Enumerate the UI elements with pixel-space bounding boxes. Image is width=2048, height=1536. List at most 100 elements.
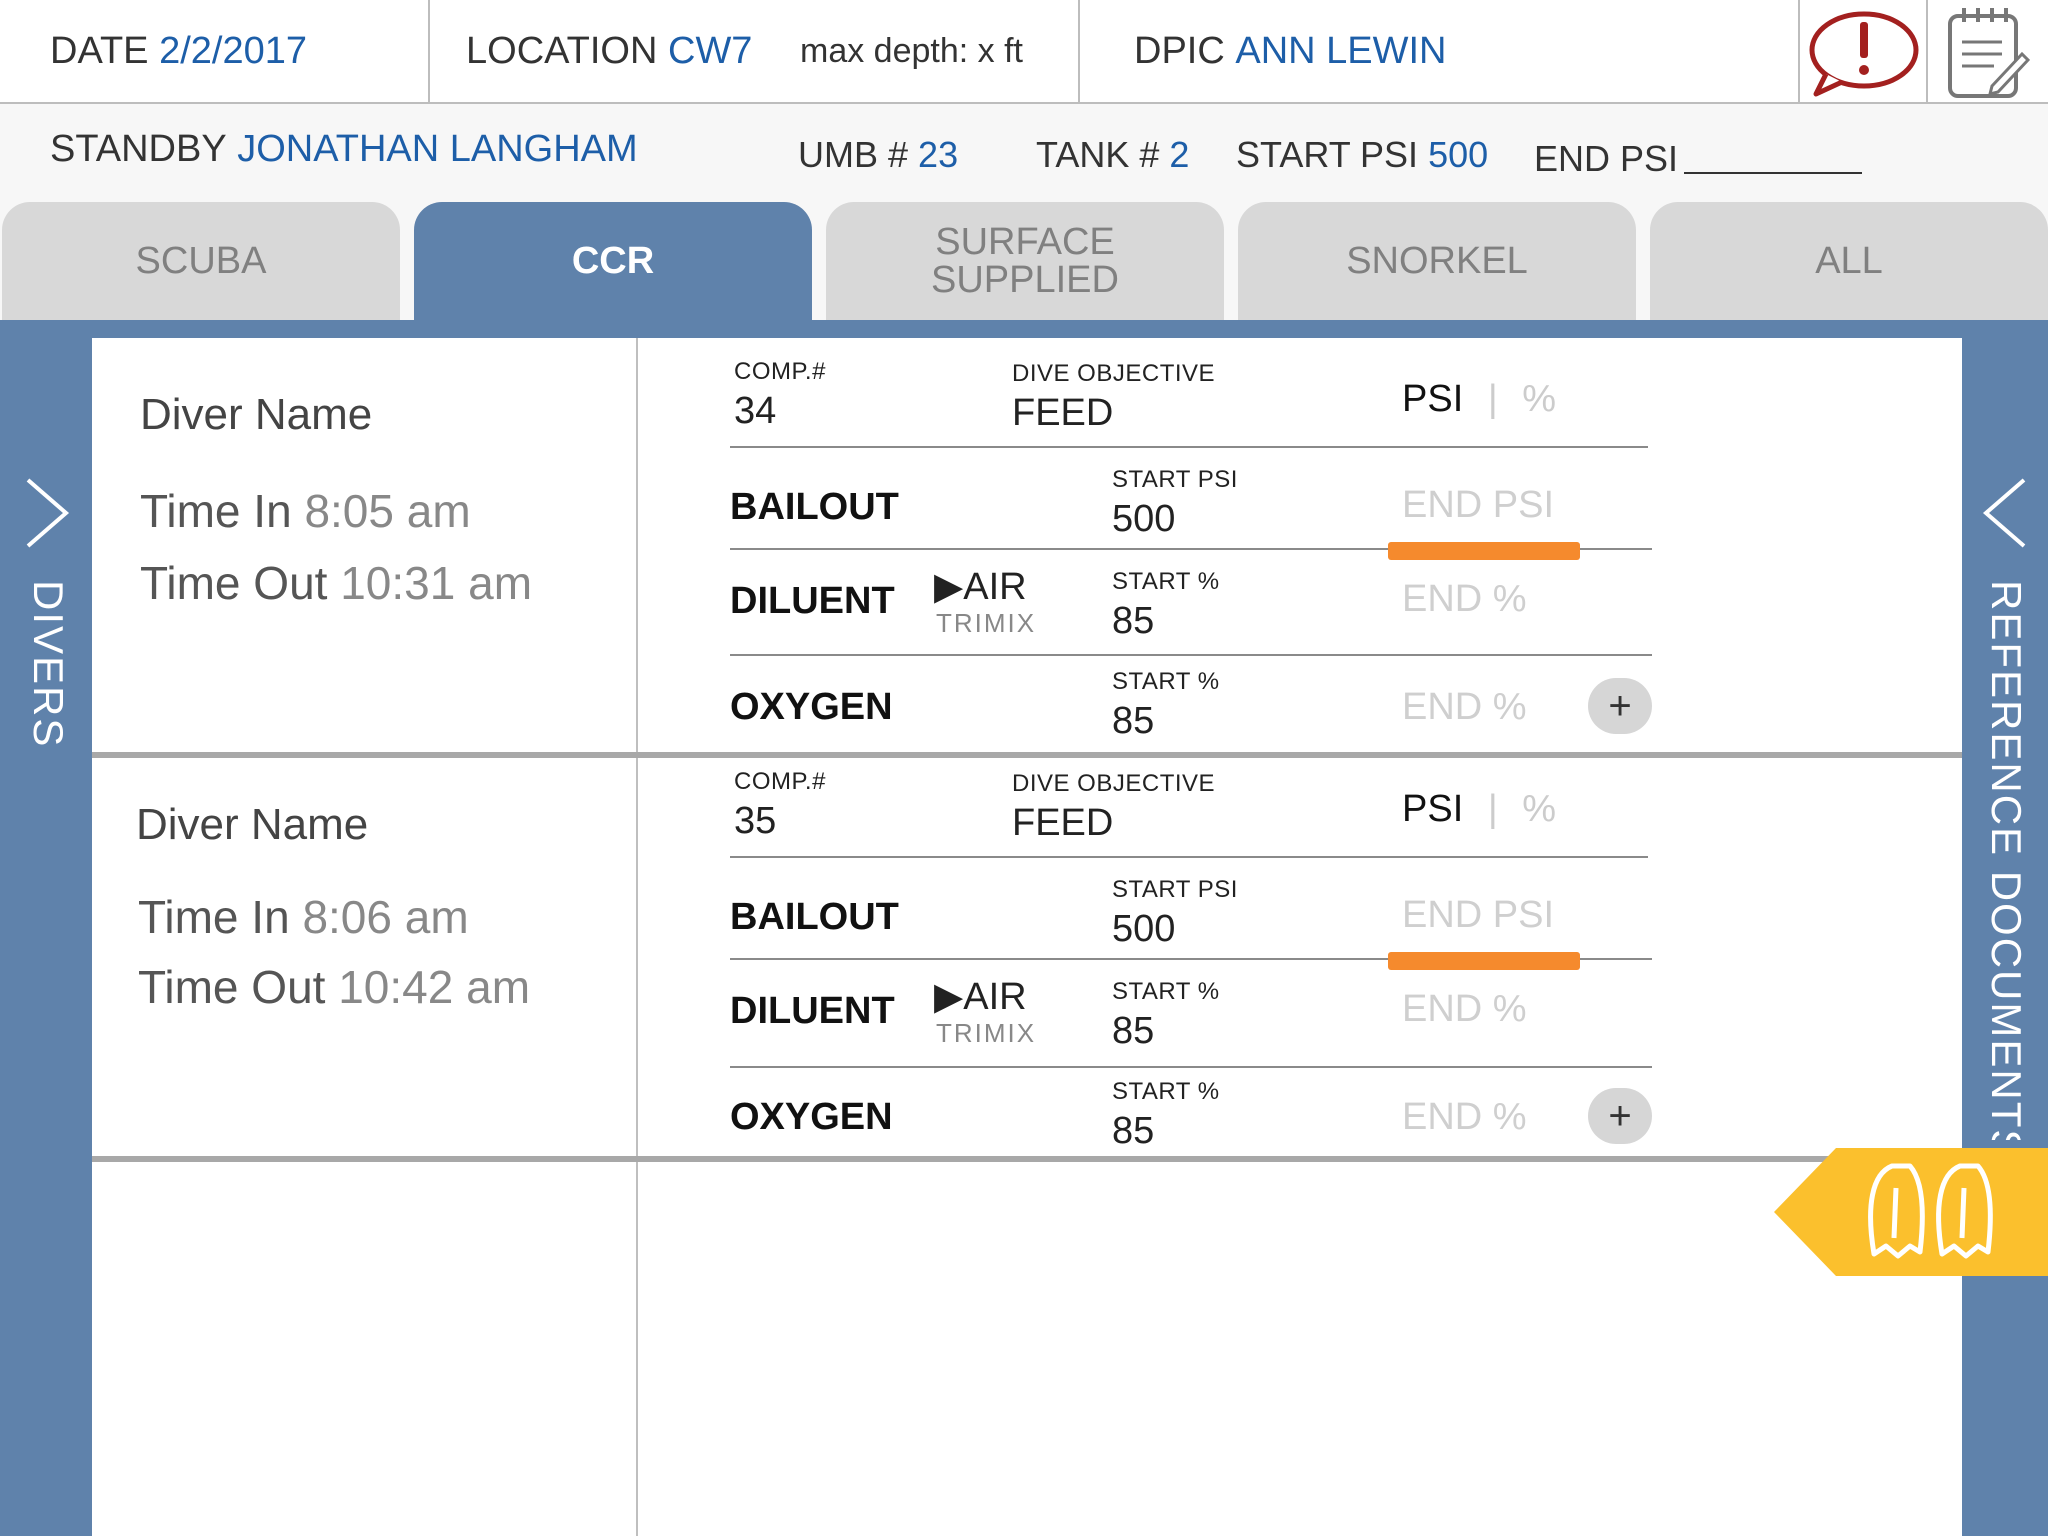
unit-percent[interactable]: % — [1522, 378, 1556, 420]
oxygen-start-label: START % — [1112, 668, 1220, 695]
row-divider — [92, 1156, 1962, 1162]
diluent-gas-trimix[interactable]: TRIMIX — [936, 1018, 1036, 1049]
end-psi-label: END PSI — [1534, 138, 1679, 179]
diluent-end-input[interactable]: END % — [1402, 578, 1527, 621]
tank-value: 2 — [1169, 134, 1190, 175]
comp-value[interactable]: 35 — [734, 800, 776, 843]
diver-name[interactable]: Diver Name — [140, 390, 372, 440]
objective-value[interactable]: FEED — [1012, 392, 1113, 435]
oxygen-start-value[interactable]: 85 — [1112, 1110, 1154, 1153]
divider — [1078, 0, 1080, 102]
oxygen-start-label: START % — [1112, 1078, 1220, 1105]
bailout-start-value[interactable]: 500 — [1112, 498, 1175, 541]
objective-value[interactable]: FEED — [1012, 802, 1113, 845]
diluent-end-input[interactable]: END % — [1402, 988, 1527, 1031]
unit-psi[interactable]: PSI — [1402, 788, 1463, 830]
dpic-field[interactable]: DPIC ANN LEWIN — [1134, 0, 1447, 102]
tab-all[interactable]: ALL — [1650, 202, 2048, 320]
comp-value[interactable]: 34 — [734, 390, 776, 433]
fins-tab[interactable] — [1774, 1148, 2048, 1276]
add-button[interactable]: + — [1588, 678, 1652, 734]
time-out-label: Time Out — [140, 557, 328, 609]
time-in[interactable]: Time In 8:06 am — [138, 890, 469, 944]
chevron-left-icon — [1982, 478, 2026, 548]
tab-surface-label-2: SUPPLIED — [931, 259, 1119, 301]
unit-toggle[interactable]: PSI | % — [1402, 378, 1556, 421]
start-psi-field[interactable]: START PSI 500 — [1236, 134, 1488, 176]
date-field[interactable]: DATE 2/2/2017 — [50, 0, 307, 102]
divider — [730, 654, 1652, 656]
start-psi-label: START PSI — [1236, 134, 1419, 175]
oxygen-end-input[interactable]: END % — [1402, 686, 1527, 729]
bailout-label: BAILOUT — [730, 896, 899, 938]
time-in-value: 8:06 am — [302, 891, 469, 943]
alert-button[interactable] — [1806, 8, 1922, 100]
tab-surface-supplied[interactable]: SURFACE SUPPLIED — [826, 202, 1224, 320]
diluent-start-value[interactable]: 85 — [1112, 600, 1154, 643]
diluent-gas-air[interactable]: ▶AIR — [934, 974, 1027, 1019]
unit-separator: | — [1487, 378, 1498, 420]
tab-scuba[interactable]: SCUBA — [2, 202, 400, 320]
tank-field[interactable]: TANK # 2 — [1036, 134, 1189, 176]
row-divider — [92, 752, 1962, 758]
time-in-value: 8:05 am — [304, 485, 471, 537]
unit-percent[interactable]: % — [1522, 788, 1556, 830]
time-in-label: Time In — [140, 485, 292, 537]
time-out[interactable]: Time Out 10:31 am — [140, 556, 532, 610]
divider — [1798, 0, 1800, 102]
oxygen-start-value[interactable]: 85 — [1112, 700, 1154, 743]
unit-toggle[interactable]: PSI | % — [1402, 788, 1556, 831]
divider — [730, 1066, 1652, 1068]
top-bar — [0, 0, 2048, 104]
diluent-start-value[interactable]: 85 — [1112, 1010, 1154, 1053]
chevron-right-icon — [26, 478, 70, 548]
time-out[interactable]: Time Out 10:42 am — [138, 960, 530, 1014]
bailout-orange-indicator — [1388, 542, 1580, 560]
time-out-label: Time Out — [138, 961, 326, 1013]
divider — [428, 0, 430, 102]
divers-rail-label: DIVERS — [25, 580, 72, 749]
notepad-icon — [1948, 8, 2031, 98]
objective-label: DIVE OBJECTIVE — [1012, 770, 1216, 797]
tab-snorkel-label: SNORKEL — [1346, 240, 1528, 282]
objective-label: DIVE OBJECTIVE — [1012, 360, 1216, 387]
umb-label: UMB # — [798, 134, 909, 175]
comp-label: COMP.# — [734, 768, 826, 795]
standby-field[interactable]: STANDBY JONATHAN LANGHAM — [50, 128, 638, 171]
standby-value: JONATHAN LANGHAM — [237, 128, 638, 170]
diluent-gas-air[interactable]: ▶AIR — [934, 564, 1027, 609]
tab-underline-band — [0, 320, 2048, 338]
divider — [730, 856, 1648, 858]
diluent-start-label: START % — [1112, 978, 1220, 1005]
location-field[interactable]: LOCATION CW7 — [466, 0, 752, 102]
dpic-value: ANN LEWIN — [1235, 29, 1447, 72]
oxygen-end-input[interactable]: END % — [1402, 1096, 1527, 1139]
time-out-value: 10:31 am — [340, 557, 533, 609]
umb-field[interactable]: UMB # 23 — [798, 134, 958, 176]
time-in[interactable]: Time In 8:05 am — [140, 484, 471, 538]
bailout-end-input[interactable]: END PSI — [1402, 894, 1554, 937]
date-label: DATE — [50, 29, 149, 72]
bailout-end-input[interactable]: END PSI — [1402, 484, 1554, 527]
diluent-label: DILUENT — [730, 990, 895, 1032]
reference-rail-label: REFERENCE DOCUMENTS — [1983, 580, 2030, 1140]
column-divider — [636, 338, 638, 1536]
diver-name[interactable]: Diver Name — [136, 800, 368, 850]
reference-rail-label-clip: REFERENCE DOCUMENTS — [1962, 580, 2048, 1140]
tab-ccr-label: CCR — [571, 240, 655, 282]
tab-ccr[interactable]: CCR — [414, 202, 812, 320]
notes-button[interactable] — [1944, 4, 2031, 100]
tab-snorkel[interactable]: SNORKEL — [1238, 202, 1636, 320]
fins-icon — [1774, 1148, 2048, 1276]
add-button[interactable]: + — [1588, 1088, 1652, 1144]
bailout-start-value[interactable]: 500 — [1112, 908, 1175, 951]
umb-value: 23 — [918, 134, 959, 175]
unit-psi[interactable]: PSI — [1402, 378, 1463, 420]
bailout-start-label: START PSI — [1112, 466, 1238, 493]
tank-label: TANK # — [1036, 134, 1160, 175]
end-psi-input[interactable] — [1684, 172, 1862, 174]
bailout-start-label: START PSI — [1112, 876, 1238, 903]
plus-icon: + — [1608, 683, 1632, 728]
diluent-gas-trimix[interactable]: TRIMIX — [936, 608, 1036, 639]
max-depth: max depth: x ft — [800, 31, 1023, 70]
